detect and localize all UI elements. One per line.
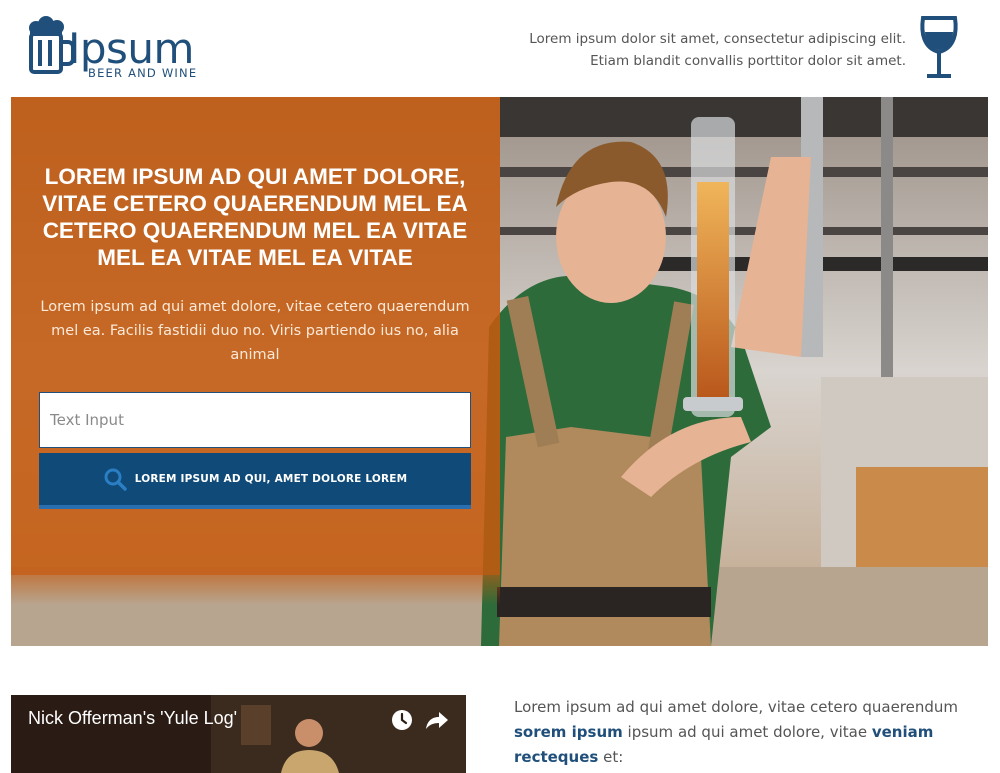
hero-title: LOREM IPSUM AD QUI AMET DOLORE, VITAE CE… <box>42 164 468 270</box>
intro-paragraph: Lorem ipsum ad qui amet dolore, vitae ce… <box>514 695 964 770</box>
video-player[interactable]: Nick Offerman's 'Yule Log' <box>11 695 466 773</box>
logo-subtitle: BEER AND WINE <box>88 66 198 80</box>
share-icon[interactable] <box>425 709 449 731</box>
intro-text-2: ipsum ad qui amet dolore, vitae <box>622 723 872 741</box>
search-icon <box>104 468 127 491</box>
search-button[interactable]: LOREM IPSUM AD QUI, AMET DOLORE LOREM <box>39 453 471 509</box>
text-input[interactable] <box>39 392 471 448</box>
video-thumbnail <box>11 695 466 773</box>
hero-description: Lorem ipsum ad qui amet dolore, vitae ce… <box>40 299 470 363</box>
hero-banner: LOREM IPSUM AD QUI AMET DOLORE, VITAE CE… <box>11 97 988 646</box>
intro-text-3: et: <box>598 748 624 766</box>
header-tagline: Lorem ipsum dolor sit amet, consectetur … <box>529 28 906 72</box>
wine-glass-icon <box>920 16 958 78</box>
video-title: Nick Offerman's 'Yule Log' <box>28 708 238 728</box>
intro-bold-1: sorem ipsum <box>514 723 623 741</box>
tagline-line-1: Lorem ipsum dolor sit amet, consectetur … <box>529 31 906 47</box>
logo-wordmark: Ipsum <box>68 24 194 73</box>
hero-overlay-fade <box>11 575 500 605</box>
search-button-label: LOREM IPSUM AD QUI, AMET DOLORE LOREM <box>134 473 408 485</box>
clock-icon[interactable] <box>391 709 413 731</box>
tagline-line-2: Etiam blandit convallis porttitor dolor … <box>590 53 906 69</box>
intro-text-1: Lorem ipsum ad qui amet dolore, vitae ce… <box>514 698 959 716</box>
